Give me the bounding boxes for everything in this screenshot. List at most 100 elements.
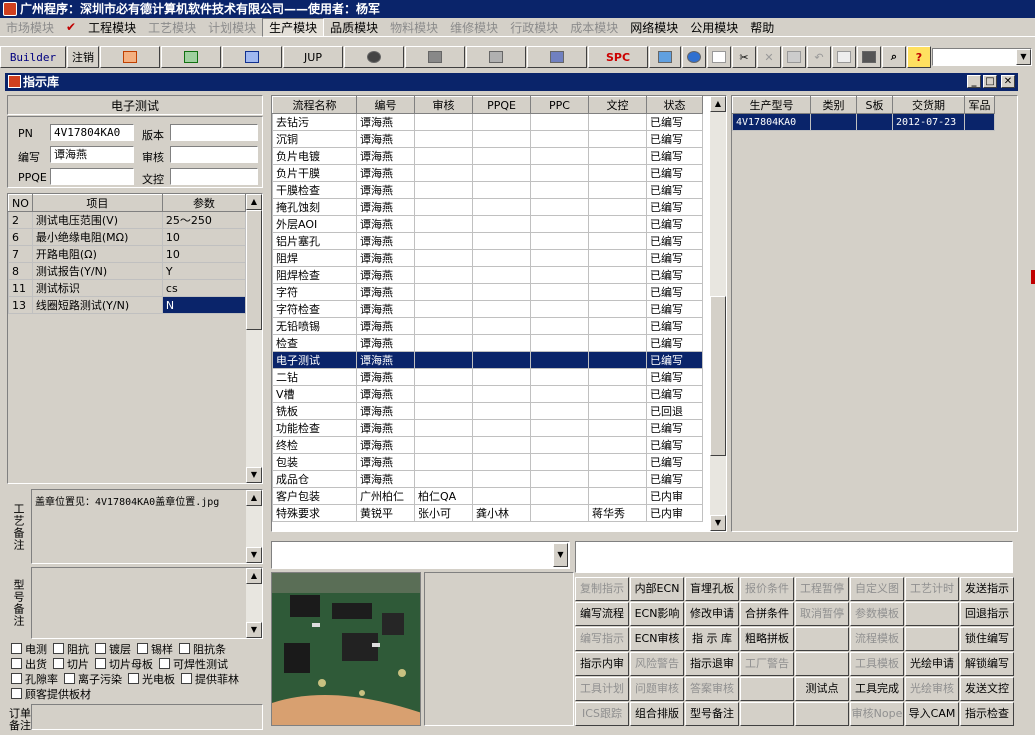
- param-cell-val[interactable]: 25～250: [161, 211, 247, 229]
- flow-cell[interactable]: [472, 351, 531, 369]
- flow-cell[interactable]: 谭海燕: [356, 215, 415, 233]
- flow-cell[interactable]: [588, 181, 647, 199]
- checkbox-box[interactable]: [179, 643, 190, 654]
- flow-cell[interactable]: [414, 402, 473, 420]
- new-file-icon[interactable]: [707, 46, 731, 68]
- flow-cell[interactable]: [414, 385, 473, 403]
- flow-cell[interactable]: 谭海燕: [356, 181, 415, 199]
- flow-cell[interactable]: [414, 317, 473, 335]
- writer-field[interactable]: 谭海燕: [50, 146, 134, 163]
- flow-cell[interactable]: [472, 147, 531, 165]
- flow-cell[interactable]: [530, 215, 589, 233]
- flow-cell[interactable]: [472, 419, 531, 437]
- param-cell-item[interactable]: 最小绝缘电阻(MΩ): [31, 228, 163, 246]
- flow-col-header[interactable]: 审核: [414, 96, 473, 114]
- find-icon[interactable]: ⌕: [882, 46, 906, 68]
- flow-cell[interactable]: [588, 215, 647, 233]
- flow-cell[interactable]: [588, 351, 647, 369]
- action-button[interactable]: 锁住编写: [960, 627, 1014, 651]
- flow-row[interactable]: 去钻污 谭海燕 已编写: [272, 113, 703, 131]
- flow-cell[interactable]: 电子测试: [272, 351, 357, 369]
- menu-item-3[interactable]: 工艺模块: [142, 19, 202, 36]
- flow-cell[interactable]: 谭海燕: [356, 147, 415, 165]
- flow-cell[interactable]: 谭海燕: [356, 283, 415, 301]
- param-cell-no[interactable]: 2: [8, 211, 33, 229]
- flow-combo[interactable]: ▼: [271, 541, 570, 569]
- action-button[interactable]: 编写流程: [575, 602, 629, 626]
- flow-cell[interactable]: [530, 198, 589, 216]
- flow-cell[interactable]: [414, 436, 473, 454]
- action-button[interactable]: 光绘审核: [905, 677, 959, 701]
- param-row[interactable]: 7 开路电阻(Ω) 10: [8, 245, 247, 263]
- param-cell-item[interactable]: 线圈短路测试(Y/N): [31, 296, 163, 314]
- flow-cell[interactable]: [530, 164, 589, 182]
- flow-cell[interactable]: [472, 470, 531, 488]
- save-icon[interactable]: [782, 46, 806, 68]
- scroll-up-icon[interactable]: ▲: [246, 490, 262, 506]
- action-button[interactable]: 工具完成: [850, 677, 904, 701]
- flow-cell[interactable]: 谭海燕: [356, 436, 415, 454]
- checkbox-box[interactable]: [11, 673, 22, 684]
- flow-cell[interactable]: [530, 419, 589, 437]
- flow-cell[interactable]: 已编写: [646, 300, 703, 318]
- param-cell-val[interactable]: cs: [161, 279, 247, 297]
- flow-cell[interactable]: 铣板: [272, 402, 357, 420]
- flow-cell[interactable]: [530, 249, 589, 267]
- param-col-value[interactable]: 参数: [161, 194, 247, 212]
- flow-row[interactable]: 阻焊检查 谭海燕 已编写: [272, 266, 703, 284]
- flow-cell[interactable]: 已编写: [646, 249, 703, 267]
- flow-cell[interactable]: [472, 249, 531, 267]
- flow-cell[interactable]: 去钻污: [272, 113, 357, 131]
- flow-cell[interactable]: 负片干膜: [272, 164, 357, 182]
- chevron-down-icon[interactable]: ▼: [1016, 49, 1031, 65]
- checkbox-box[interactable]: [95, 643, 106, 654]
- action-button[interactable]: 测试点: [795, 677, 849, 701]
- action-button[interactable]: 组合排版: [630, 702, 684, 726]
- delete-icon[interactable]: ✕: [757, 46, 781, 68]
- model-col-header[interactable]: 类别: [810, 96, 857, 114]
- powerpoint-icon[interactable]: [100, 46, 160, 68]
- flow-col-header[interactable]: 流程名称: [272, 96, 357, 114]
- flow-cell[interactable]: 已编写: [646, 164, 703, 182]
- action-button[interactable]: 解锁编写: [960, 652, 1014, 676]
- flow-cell[interactable]: [530, 232, 589, 250]
- flow-cell[interactable]: [530, 436, 589, 454]
- param-row[interactable]: 11 测试标识 cs: [8, 279, 247, 297]
- logout-button[interactable]: 注销: [67, 46, 99, 68]
- flow-cell[interactable]: 已编写: [646, 147, 703, 165]
- flow-cell[interactable]: 已编写: [646, 181, 703, 199]
- flow-row[interactable]: 功能检查 谭海燕 已编写: [272, 419, 703, 437]
- action-button[interactable]: 问题审核: [630, 677, 684, 701]
- flow-cell[interactable]: [414, 300, 473, 318]
- checkbox-box[interactable]: [128, 673, 139, 684]
- flow-cell[interactable]: [414, 181, 473, 199]
- flow-row[interactable]: 字符检查 谭海燕 已编写: [272, 300, 703, 318]
- flow-cell[interactable]: [472, 385, 531, 403]
- flow-cell[interactable]: 功能检查: [272, 419, 357, 437]
- action-button[interactable]: 自定义图: [850, 577, 904, 601]
- checkbox-box[interactable]: [11, 643, 22, 654]
- flow-cell[interactable]: 已内审: [646, 487, 703, 505]
- flow-cell[interactable]: [472, 300, 531, 318]
- param-row[interactable]: 8 测试报告(Y/N) Y: [8, 262, 247, 280]
- action-button[interactable]: 编写指示: [575, 627, 629, 651]
- flow-cell[interactable]: 谭海燕: [356, 130, 415, 148]
- flow-cell[interactable]: [588, 368, 647, 386]
- flow-cell[interactable]: [588, 130, 647, 148]
- flow-cell[interactable]: [530, 300, 589, 318]
- flow-row[interactable]: 二钻 谭海燕 已编写: [272, 368, 703, 386]
- action-button[interactable]: 报价条件: [740, 577, 794, 601]
- menu-item-4[interactable]: 计划模块: [202, 19, 262, 36]
- flow-cell[interactable]: 已编写: [646, 385, 703, 403]
- flow-cell[interactable]: [414, 249, 473, 267]
- flow-cell[interactable]: [414, 334, 473, 352]
- version-field[interactable]: [170, 124, 258, 141]
- scroll-thumb[interactable]: [246, 210, 262, 330]
- option-checkbox[interactable]: 锡样: [137, 641, 173, 656]
- flow-cell[interactable]: 已编写: [646, 266, 703, 284]
- flow-cell[interactable]: [414, 198, 473, 216]
- checkbox-box[interactable]: [64, 673, 75, 684]
- menu-item-8[interactable]: 维修模块: [444, 19, 504, 36]
- action-button[interactable]: [905, 627, 959, 651]
- flow-cell[interactable]: [472, 402, 531, 420]
